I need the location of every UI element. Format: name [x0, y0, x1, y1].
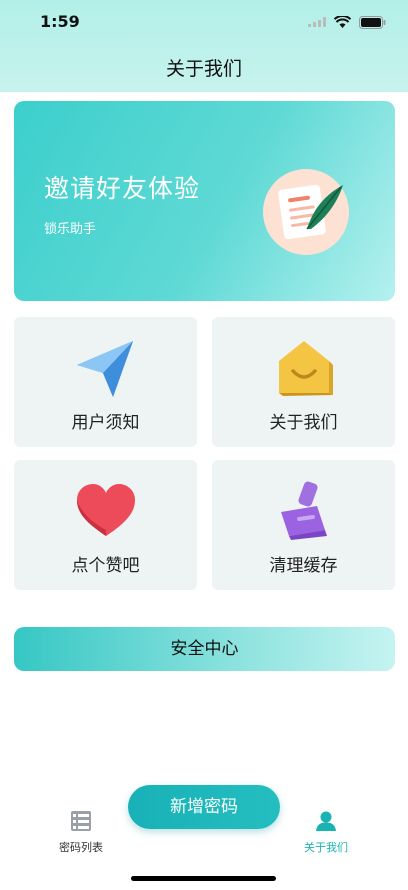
brush-icon: [280, 481, 327, 540]
status-bar: 1:59: [0, 0, 408, 44]
banner-subtitle: 锁乐助手: [44, 222, 97, 237]
grid-card-label: 清理缓存: [269, 556, 338, 576]
security-center-button[interactable]: 安全中心: [14, 627, 395, 671]
grid-card-label: 点个赞吧: [71, 556, 140, 576]
smile-envelope-icon: [278, 341, 333, 396]
page-title: 关于我们: [165, 58, 242, 80]
tab-password-list[interactable]: 密码列表: [31, 810, 131, 855]
invite-banner[interactable]: 邀请好友体验 锁乐助手: [14, 101, 395, 301]
signal-icon: [308, 17, 326, 27]
notepad-quill-icon: [263, 169, 349, 255]
add-password-button[interactable]: 新增密码: [128, 785, 280, 829]
grid-card-label: 用户须知: [71, 413, 140, 433]
home-indicator: [131, 876, 276, 881]
tab-about-us[interactable]: 关于我们: [276, 810, 376, 855]
user-icon: [316, 811, 336, 831]
clear-cache-card[interactable]: 清理缓存: [212, 460, 395, 590]
grid-card-label: 关于我们: [269, 413, 338, 433]
paper-plane-icon: [76, 341, 133, 397]
wifi-icon: [334, 16, 351, 28]
like-card[interactable]: 点个赞吧: [14, 460, 197, 590]
tab-label: 关于我们: [304, 841, 348, 854]
status-icons: [308, 14, 386, 30]
heart-icon: [76, 484, 135, 536]
list-icon: [71, 811, 91, 831]
about-us-card[interactable]: 关于我们: [212, 317, 395, 447]
banner-title: 邀请好友体验: [44, 174, 201, 203]
add-password-label: 新增密码: [170, 797, 238, 817]
security-center-label: 安全中心: [170, 639, 239, 659]
battery-icon: [359, 15, 386, 29]
user-notice-card[interactable]: 用户须知: [14, 317, 197, 447]
tab-label: 密码列表: [59, 841, 103, 854]
status-time: 1:59: [40, 12, 80, 31]
